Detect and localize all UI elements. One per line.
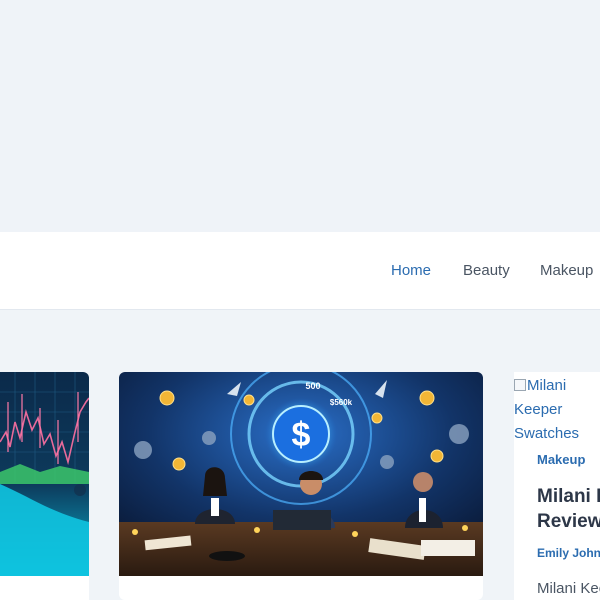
svg-text:$: $: [292, 416, 311, 454]
post-author-link[interactable]: Emily Johnson: [537, 546, 600, 560]
business-meeting-image[interactable]: $ 500 $560k: [119, 372, 483, 576]
post-card-middle[interactable]: $ 500 $560k: [119, 372, 483, 600]
nav-beauty-link[interactable]: Beauty: [463, 262, 510, 279]
post-card-right[interactable]: Milani Keeper Swatches Makeup Milani Kee…: [514, 372, 600, 600]
image-text-560k: $560k: [330, 398, 353, 407]
post-title[interactable]: Milani Keeper Balm Review: [537, 484, 600, 534]
post-card-left[interactable]: [0, 372, 89, 600]
post-category-link[interactable]: Makeup: [537, 452, 585, 467]
nav-home-link[interactable]: Home: [391, 262, 431, 279]
broken-image-icon: [514, 379, 526, 391]
trading-chart-image[interactable]: [0, 372, 89, 576]
post-image-broken[interactable]: Milani Keeper Swatches: [514, 374, 600, 446]
post-excerpt: Milani Keeper: [537, 580, 600, 597]
main-navbar: Home Beauty Makeup: [0, 232, 600, 310]
nav-makeup-link[interactable]: Makeup: [540, 262, 593, 279]
image-text-500: 500: [305, 381, 320, 391]
top-banner: [0, 0, 600, 232]
